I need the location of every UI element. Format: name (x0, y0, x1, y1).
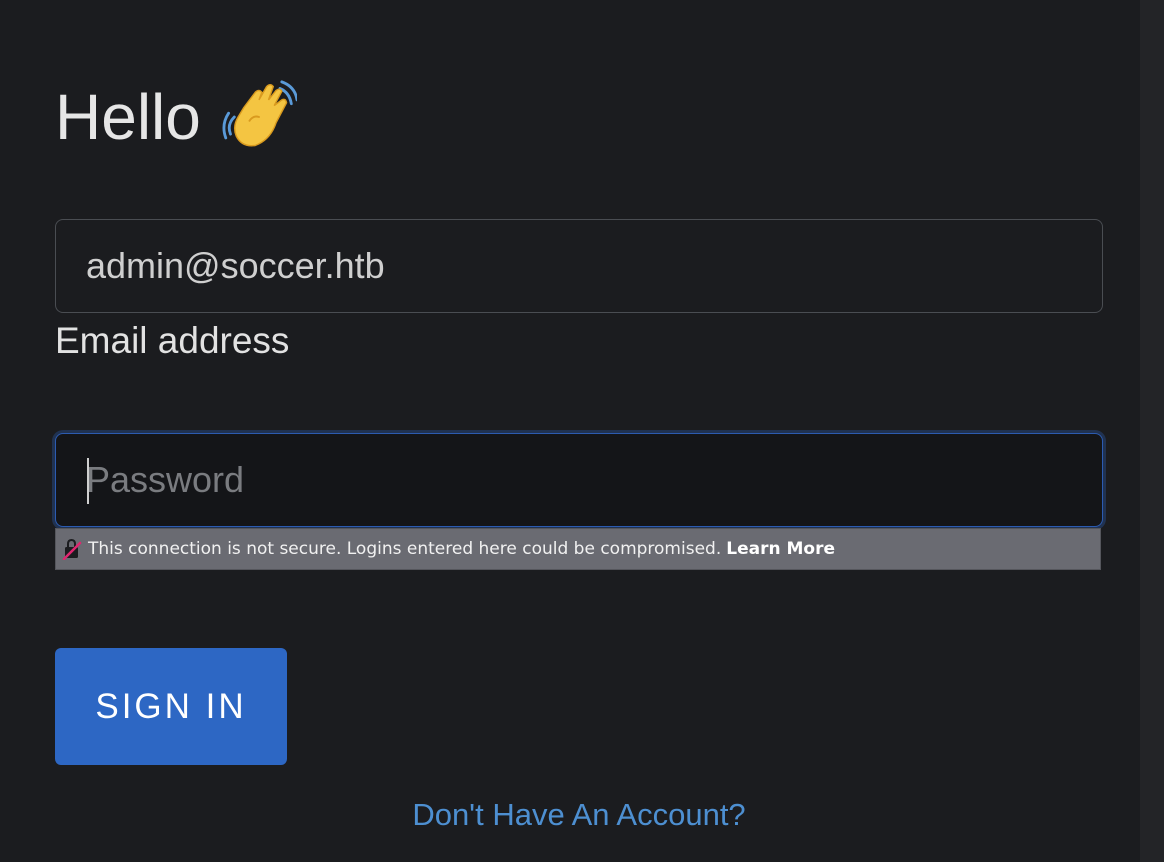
login-page: Hello Email address This connection is n… (0, 0, 1164, 862)
learn-more-link[interactable]: Learn More (726, 539, 835, 559)
scrollbar-track[interactable] (1140, 0, 1164, 862)
waving-hand-icon (222, 80, 297, 147)
warning-message: This connection is not secure. Logins en… (88, 539, 722, 559)
password-input[interactable] (55, 433, 1103, 527)
page-heading: Hello (55, 72, 297, 162)
signup-link[interactable]: Don't Have An Account? (0, 797, 1158, 833)
sign-in-button[interactable]: SIGN IN (55, 648, 287, 765)
heading-text: Hello (55, 81, 201, 153)
email-label: Email address (55, 320, 290, 361)
insecure-login-warning: This connection is not secure. Logins en… (55, 528, 1101, 570)
insecure-lock-icon (62, 538, 82, 560)
email-input[interactable] (55, 219, 1103, 313)
text-caret (87, 458, 89, 504)
